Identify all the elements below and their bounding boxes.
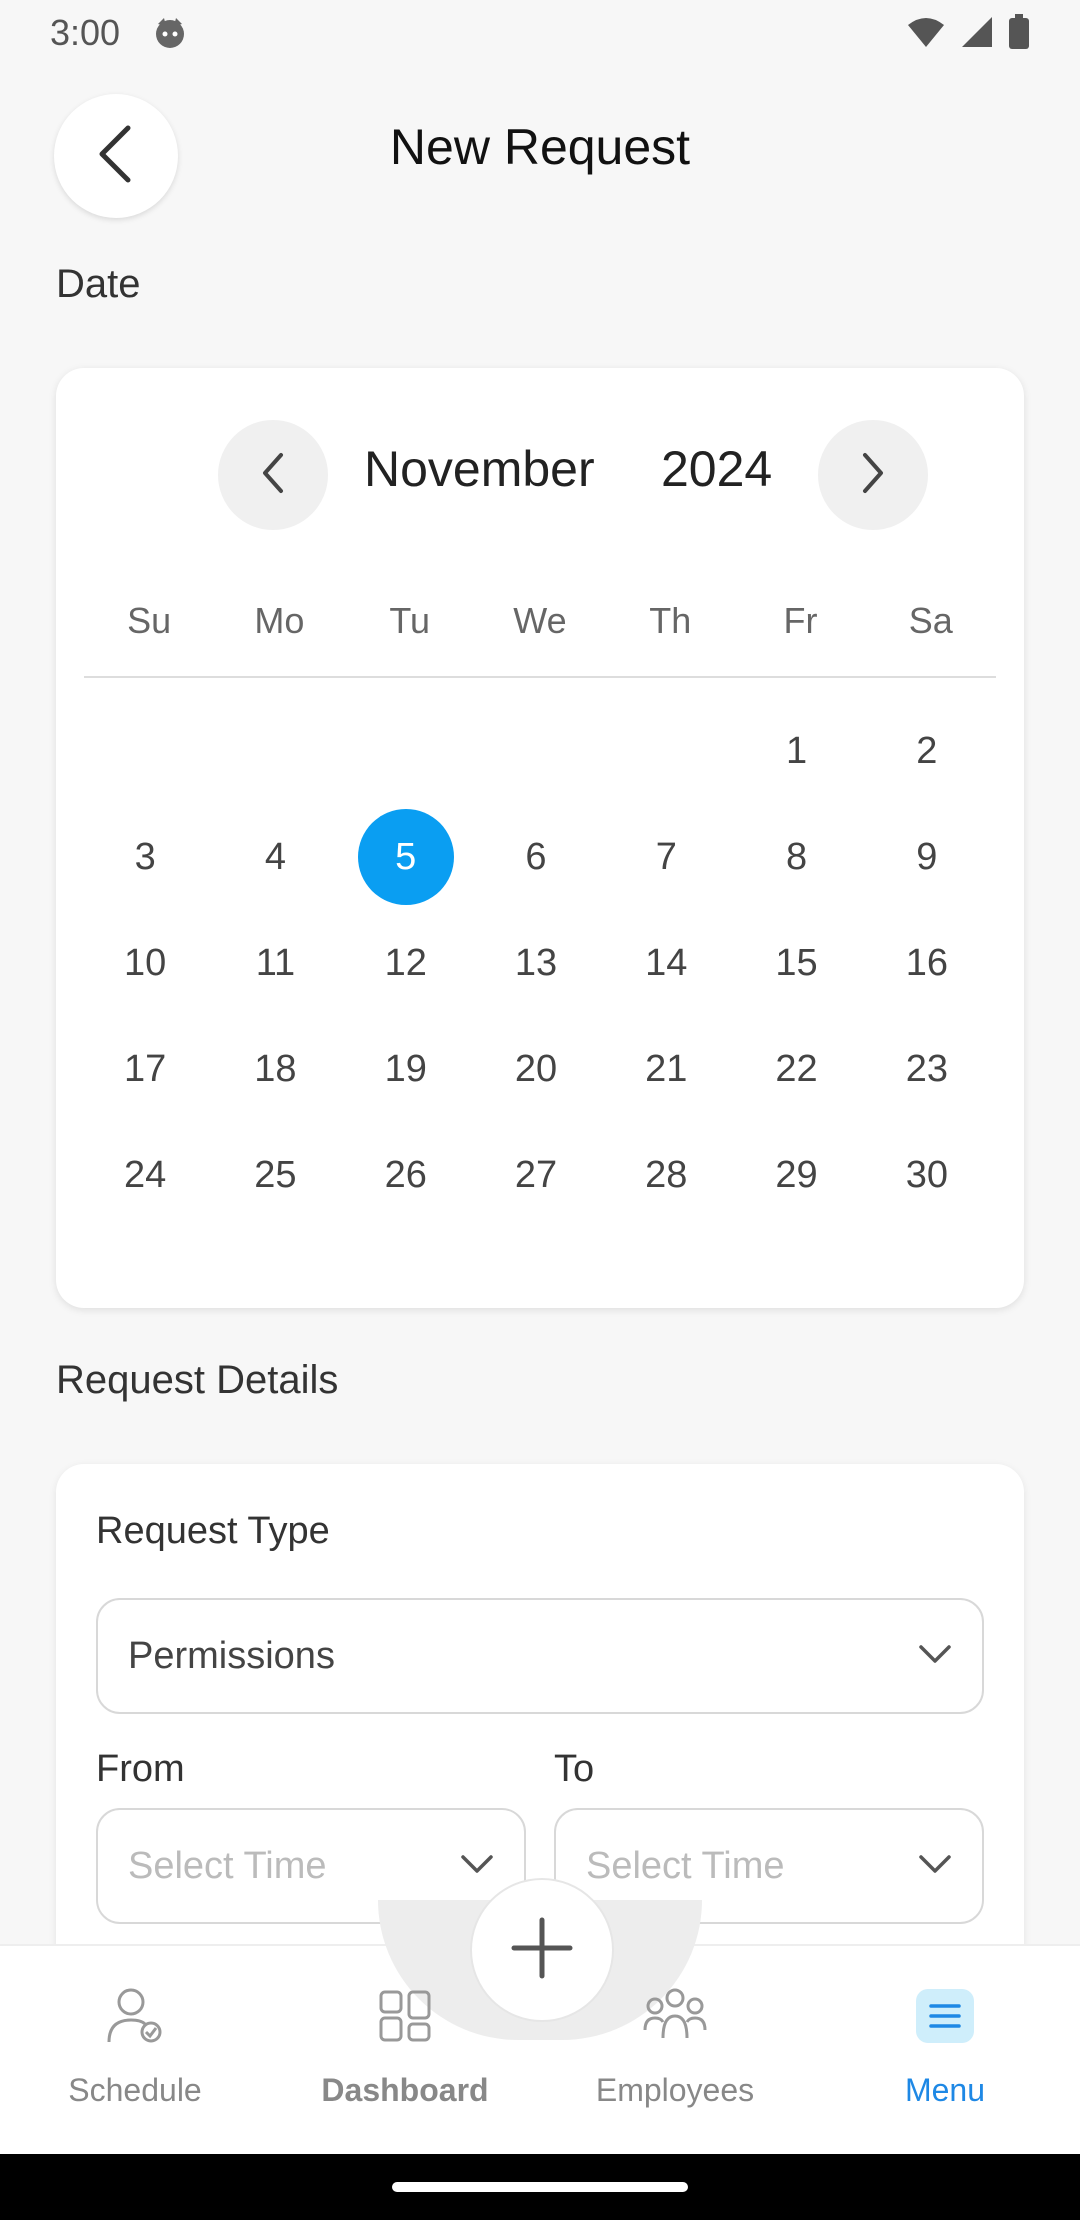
calendar-day [488,703,584,799]
to-time-placeholder: Select Time [586,1844,785,1887]
weekday-label: We [513,600,567,641]
nav-label-menu: Menu [904,2072,986,2108]
weekday-label: Sa [908,600,953,641]
calendar-day[interactable]: 9 [879,809,975,905]
calendar-day[interactable]: 7 [618,809,714,905]
nav-item-menu[interactable]: Menu [835,1984,1055,2109]
calendar-day [618,703,714,799]
calendar-day[interactable]: 12 [358,915,454,1011]
calendar-day[interactable]: 15 [749,915,845,1011]
calendar-day[interactable]: 4 [227,809,323,905]
status-time: 3:00 [50,12,121,53]
year-label: 2024 [661,441,773,497]
calendar-week-row: 1 2 [80,698,992,804]
date-section-label: Date [56,262,141,306]
menu-icon-wrapper [913,1984,977,2048]
calendar-day[interactable]: 27 [488,1127,584,1223]
calendar-week-row: 24 25 26 27 28 29 30 [80,1122,992,1228]
chevron-down-icon [918,1643,952,1670]
calendar-day[interactable]: 10 [97,915,193,1011]
person-check-icon [103,1984,167,2048]
nav-item-dashboard[interactable]: Dashboard [295,1984,515,2109]
request-details-section-label: Request Details [56,1358,339,1402]
from-time-placeholder: Select Time [128,1844,327,1887]
calendar-day-selected[interactable]: 5 [357,809,454,905]
request-type-value: Permissions [128,1634,335,1677]
calendar-card: November 2024 Su Mo Tu We Th Fr Sa 1 2 3… [56,368,1024,1308]
group-icon [643,1984,707,2048]
menu-icon [916,1989,974,2043]
calendar-day[interactable]: 14 [618,915,714,1011]
calendar-day[interactable]: 20 [488,1021,584,1117]
calendar-day[interactable]: 26 [358,1127,454,1223]
calendar-day[interactable]: 3 [97,809,193,905]
calendar-day [227,703,323,799]
chevron-down-icon [918,1853,952,1880]
calendar-divider [84,676,996,678]
home-gesture-handle[interactable] [392,2182,688,2192]
calendar-day[interactable]: 22 [749,1021,845,1117]
chevron-down-icon [460,1853,494,1880]
battery-icon [1008,14,1030,55]
weekday-label: Th [649,600,692,641]
calendar-day[interactable]: 13 [488,915,584,1011]
calendar-day[interactable]: 16 [879,915,975,1011]
calendar-day[interactable]: 2 [879,703,975,799]
calendar-day[interactable]: 24 [97,1127,193,1223]
weekday-label: Mo [254,600,305,641]
calendar-day[interactable]: 17 [97,1021,193,1117]
chevron-right-icon [859,451,887,500]
calendar-day[interactable]: 23 [879,1021,975,1117]
calendar-day[interactable]: 19 [358,1021,454,1117]
calendar-week-row: 3 4 5 6 7 8 9 [80,804,992,910]
wifi-icon [906,15,946,54]
request-type-label: Request Type [96,1510,330,1552]
page-title: New Request [389,119,691,175]
nav-item-schedule[interactable]: Schedule [25,1984,245,2109]
month-label: November [364,441,595,497]
calendar-day[interactable]: 28 [618,1127,714,1223]
signal-icon [960,15,994,54]
nav-item-employees[interactable]: Employees [565,1984,785,2109]
nav-label-schedule: Schedule [68,2072,202,2108]
calendar-day[interactable]: 30 [879,1127,975,1223]
calendar-day[interactable]: 6 [488,809,584,905]
calendar-day[interactable]: 21 [618,1021,714,1117]
nav-label-employees: Employees [595,2072,755,2108]
calendar-day[interactable]: 25 [227,1127,323,1223]
from-label: From [96,1748,185,1790]
calendar-day[interactable]: 18 [227,1021,323,1117]
next-month-button[interactable] [818,420,928,530]
grid-icon [373,1984,437,2048]
request-type-select[interactable]: Permissions [96,1598,984,1714]
weekday-label: Su [127,600,172,641]
nav-label-dashboard: Dashboard [321,2072,489,2108]
calendar-day[interactable]: 29 [749,1127,845,1223]
notification-cat-icon [152,14,188,50]
weekday-label: Fr [783,600,818,641]
chevron-left-icon [259,451,287,500]
to-label: To [554,1748,595,1790]
calendar-day-grid: 1 2 3 4 5 6 7 8 9 10 11 12 13 14 15 16 1… [80,698,992,1228]
calendar-day[interactable]: 11 [227,915,323,1011]
calendar-day [358,703,454,799]
calendar-day[interactable]: 8 [749,809,845,905]
plus-icon [510,1916,574,1985]
weekday-header: Su Mo Tu We Th Fr Sa [84,600,996,642]
weekday-label: Tu [389,600,431,641]
calendar-day[interactable]: 1 [749,703,845,799]
calendar-week-row: 17 18 19 20 21 22 23 [80,1016,992,1122]
calendar-day [97,703,193,799]
calendar-week-row: 10 11 12 13 14 15 16 [80,910,992,1016]
previous-month-button[interactable] [218,420,328,530]
